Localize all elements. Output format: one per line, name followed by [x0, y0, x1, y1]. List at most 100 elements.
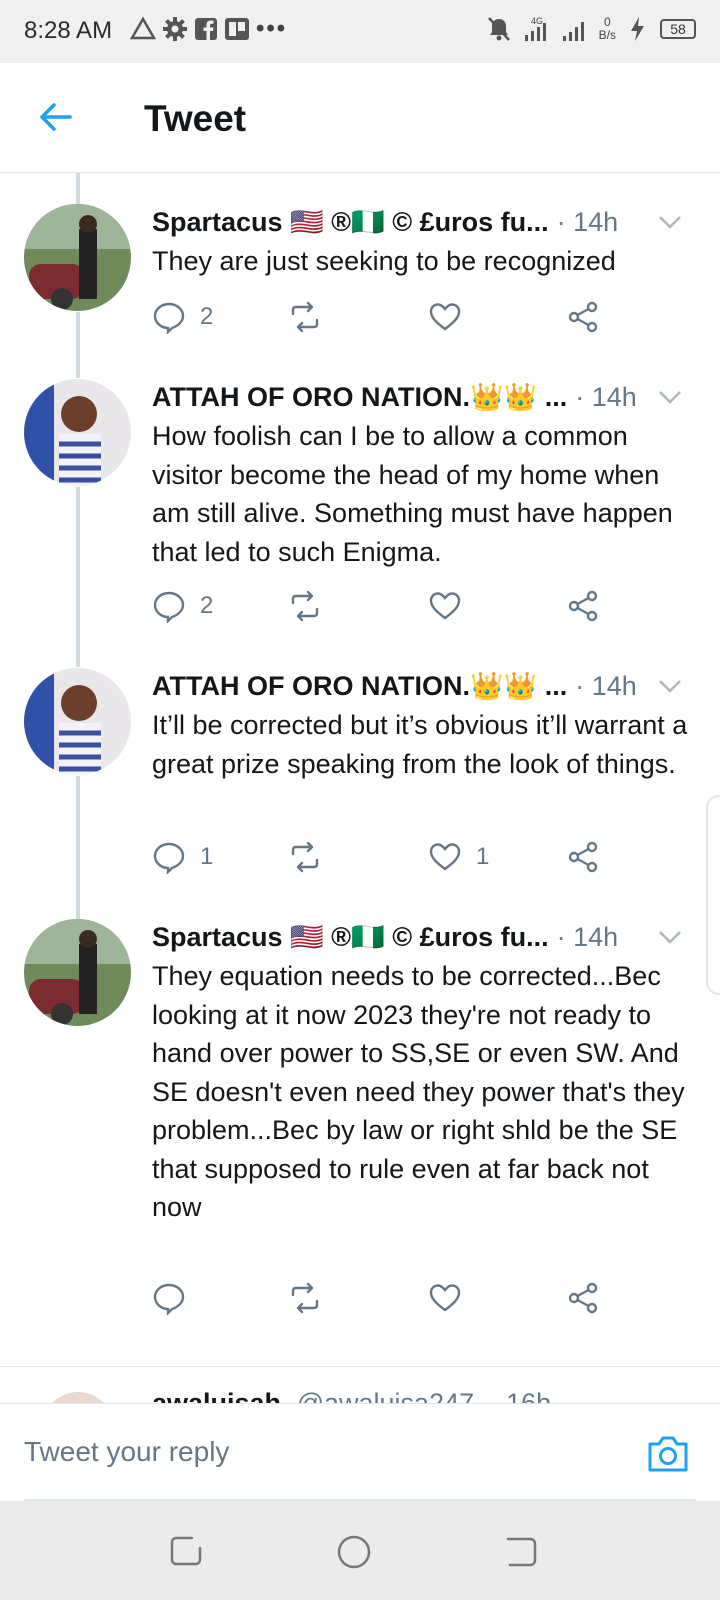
network-label: 4G — [531, 16, 543, 26]
tweet-timestamp: · 14h — [556, 206, 619, 237]
tweet-header: Spartacus 🇺🇸 ®🇳🇬 © £uros fu... · 14h — [152, 919, 684, 955]
tweet-text: It’ll be corrected but it’s obvious it’l… — [152, 710, 688, 779]
reply-button[interactable]: 2 — [152, 300, 213, 334]
back-arrow-icon[interactable] — [36, 97, 76, 137]
share-button[interactable] — [566, 300, 600, 334]
settings-gear-icon — [162, 14, 188, 44]
tweet-timestamp: · 14h — [556, 921, 619, 952]
chevron-down-icon[interactable] — [656, 208, 684, 236]
share-button[interactable] — [566, 1281, 600, 1315]
avatar[interactable] — [24, 668, 131, 775]
share-button[interactable] — [566, 589, 600, 623]
tweet-header: ATTAH OF ORO NATION.👑👑 ... · 14h — [152, 668, 684, 704]
tweet-author-name[interactable]: Spartacus 🇺🇸 ®🇳🇬 © £uros fu... — [152, 206, 549, 238]
share-icon — [568, 841, 598, 873]
status-notification-icons: ••• — [130, 14, 287, 44]
heart-icon — [429, 1284, 461, 1312]
chevron-down-icon[interactable] — [656, 923, 684, 951]
like-button[interactable] — [428, 300, 462, 334]
retweet-button[interactable] — [288, 589, 322, 623]
thread-line — [76, 173, 80, 204]
mute-bell-icon — [487, 14, 511, 44]
status-system-icons: 4G 0 B/s 58 — [487, 14, 696, 44]
more-notifications-icon: ••• — [256, 15, 288, 42]
tweet-actions: 1 1 — [152, 840, 672, 876]
tweet-actions: 2 — [152, 300, 672, 336]
reply-count: 2 — [200, 303, 214, 330]
tweet-text: They are just seeking to be recognized — [152, 246, 616, 276]
reply-icon — [153, 302, 185, 334]
like-button[interactable]: 1 — [428, 840, 489, 874]
chevron-down-icon[interactable] — [656, 383, 684, 411]
tweet-divider — [0, 1366, 720, 1367]
retweet-button[interactable] — [288, 1281, 322, 1315]
share-icon — [568, 590, 598, 622]
like-button[interactable] — [428, 1281, 462, 1315]
heart-icon — [429, 592, 461, 620]
tweet-timestamp: · 16h — [489, 1388, 552, 1403]
retweet-icon — [291, 841, 319, 873]
partial-tweet-header: awaluisah @awaluisa247 · 16h — [152, 1388, 551, 1403]
system-nav-bar — [0, 1501, 720, 1600]
share-icon — [568, 1282, 598, 1314]
partial-tweet[interactable]: awaluisah @awaluisa247 · 16h — [0, 1370, 720, 1403]
tweet-author-name[interactable]: awaluisah — [152, 1388, 281, 1403]
network-speed-unit: B/s — [598, 28, 616, 42]
reply-button[interactable] — [152, 1281, 200, 1315]
warning-icon — [130, 14, 156, 44]
like-count: 1 — [476, 843, 490, 870]
status-bar: 8:28 AM ••• 4G 0 B/s 58 — [0, 0, 720, 63]
tweet-author-name[interactable]: Spartacus 🇺🇸 ®🇳🇬 © £uros fu... — [152, 921, 549, 953]
battery-icon: 58 — [660, 19, 696, 39]
status-time: 8:28 AM — [24, 17, 113, 44]
avatar[interactable] — [42, 1392, 114, 1403]
network-speed: 0 B/s — [599, 16, 616, 42]
tweet-text: How foolish can I be to allow a common v… — [152, 421, 673, 567]
tweet-header: Spartacus 🇺🇸 ®🇳🇬 © £uros fu... · 14h — [152, 204, 684, 240]
thread-line — [76, 312, 80, 378]
reply-composer: Tweet your reply — [0, 1403, 720, 1501]
reply-count: 1 — [200, 843, 214, 870]
charging-icon — [628, 14, 648, 44]
edge-handle[interactable] — [706, 795, 720, 995]
signal-icon — [561, 14, 587, 44]
reply-icon — [153, 1283, 185, 1315]
facebook-icon — [194, 14, 218, 44]
camera-icon[interactable] — [646, 1434, 690, 1474]
retweet-icon — [291, 590, 319, 622]
reply-button[interactable]: 2 — [152, 589, 213, 623]
app-notification-icon — [224, 14, 250, 44]
tweet-header: ATTAH OF ORO NATION.👑👑 ... · 14h — [152, 379, 684, 415]
tweet-author-handle: @awaluisa247 — [296, 1388, 475, 1403]
share-button[interactable] — [566, 840, 600, 874]
page-title: Tweet — [144, 98, 247, 139]
tweet-timestamp: · 14h — [575, 381, 637, 412]
tweet-text: They equation needs to be corrected...Be… — [152, 961, 685, 1222]
tweet-actions: 2 — [152, 589, 672, 625]
recents-icon[interactable] — [168, 1534, 204, 1570]
tweet-author-name[interactable]: ATTAH OF ORO NATION.👑👑 ... — [152, 381, 567, 413]
like-button[interactable] — [428, 589, 462, 623]
avatar[interactable] — [24, 379, 131, 486]
tweet-author-name[interactable]: ATTAH OF ORO NATION.👑👑 ... — [152, 670, 567, 702]
nav-back-icon[interactable] — [504, 1534, 540, 1570]
reply-input[interactable]: Tweet your reply — [24, 1436, 229, 1468]
thread-line — [76, 487, 80, 667]
avatar[interactable] — [24, 204, 131, 311]
reply-icon — [153, 591, 185, 623]
retweet-button[interactable] — [288, 300, 322, 334]
retweet-button[interactable] — [288, 840, 322, 874]
retweet-icon — [291, 1282, 319, 1314]
home-circle-icon[interactable] — [336, 1534, 372, 1570]
tweet-timestamp: · 14h — [575, 670, 637, 701]
tweet-actions — [152, 1281, 672, 1317]
reply-count: 2 — [200, 592, 214, 619]
thread-line — [76, 776, 80, 919]
reply-button[interactable]: 1 — [152, 840, 213, 874]
avatar[interactable] — [24, 919, 131, 1026]
reply-icon — [153, 842, 185, 874]
chevron-down-icon[interactable] — [656, 672, 684, 700]
heart-icon — [429, 303, 461, 331]
signal-4g-icon: 4G — [523, 14, 549, 44]
share-icon — [568, 301, 598, 333]
